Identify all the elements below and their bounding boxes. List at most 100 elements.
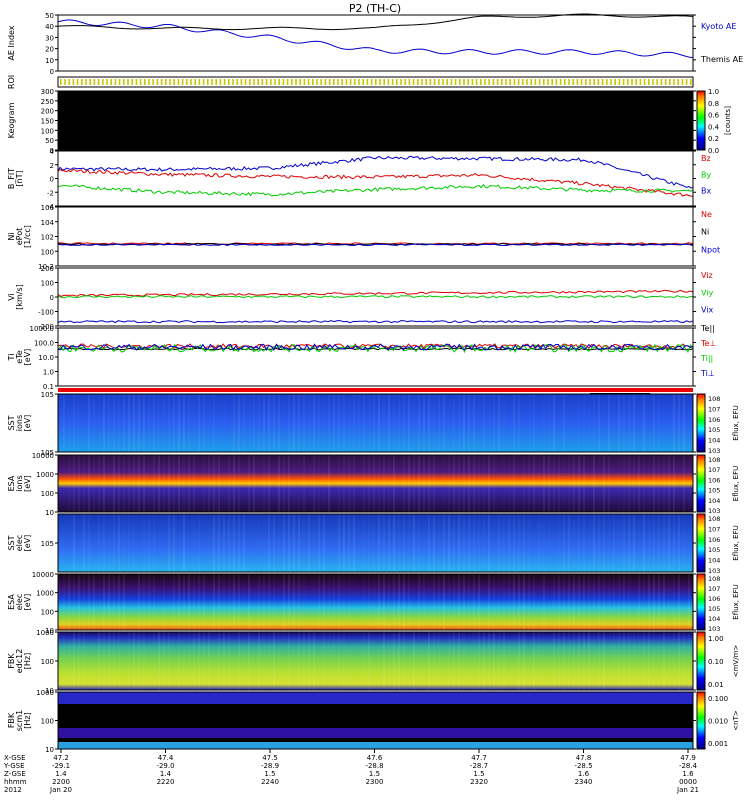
- esa_i-stripe: [378, 455, 380, 512]
- xaxis-tick-label: 1.5: [369, 770, 380, 778]
- roi-tick: [517, 79, 520, 85]
- esa_i-stripe: [533, 455, 535, 512]
- fbk_e-stripe: [208, 632, 210, 690]
- sst_e-stripe: [308, 514, 310, 572]
- roi-tick: [492, 79, 495, 85]
- sst_i-stripe: [598, 394, 600, 452]
- sst_e-stripe: [493, 514, 495, 572]
- keogram-ytick-label: 150: [41, 118, 54, 126]
- roi-tick: [181, 79, 184, 85]
- fbk_b-cbar-unit: <nT>: [732, 710, 740, 731]
- roi-tick: [97, 79, 100, 85]
- esa_e-stripe: [183, 574, 185, 630]
- esa_i-stripe: [563, 455, 565, 512]
- fbk_e-stripe: [343, 632, 345, 690]
- fbk_e-stripe: [588, 632, 590, 690]
- sst_e-stripe: [263, 514, 265, 572]
- sst_e-stripe: [188, 514, 190, 572]
- fbk_e-stripe: [203, 632, 205, 690]
- velocity-ytick-label: 100: [41, 280, 54, 288]
- esa_i-stripe: [673, 455, 675, 512]
- esa_i-stripe: [663, 455, 665, 512]
- fbk_e-stripe: [463, 632, 465, 690]
- sst_e-cbar-label: 106: [708, 536, 720, 544]
- sst_i-stripe: [493, 394, 495, 452]
- keogram-ylabel: Keogram: [7, 102, 16, 138]
- esa_i-stripe: [288, 455, 290, 512]
- roi-tick: [442, 79, 444, 85]
- esa_e-stripe: [493, 574, 495, 630]
- roi-tick: [228, 79, 230, 85]
- sst_i-stripe: [358, 394, 360, 452]
- fbk_e-stripe: [523, 632, 525, 690]
- sst_e-stripe: [198, 514, 200, 572]
- fbk_e-stripe: [278, 632, 280, 690]
- fbk_b-top-band: [58, 692, 693, 704]
- esa_e-stripe: [363, 574, 365, 630]
- esa_i-stripe: [148, 455, 150, 512]
- roi-tick: [127, 79, 129, 85]
- fbk_e-stripe: [623, 632, 625, 690]
- sst_i-stripe: [508, 394, 510, 452]
- sst_i-stripe: [133, 394, 135, 452]
- sst_e-stripe: [553, 514, 555, 572]
- roi-tick: [408, 79, 411, 85]
- sst_e-stripe: [128, 514, 130, 572]
- xaxis-tick-label: 1.6: [578, 770, 590, 778]
- sst_e-stripe: [218, 514, 220, 572]
- roi-tick: [102, 79, 104, 85]
- sst_e-stripe: [548, 514, 550, 572]
- sst_i-stripe: [468, 394, 470, 452]
- keogram-cbar-label: 0.8: [708, 100, 719, 108]
- fbk_e-stripe: [663, 632, 665, 690]
- density-legend-0: Ne: [701, 210, 712, 219]
- esa_e-stripe: [498, 574, 500, 630]
- sst_i-stripe: [328, 394, 330, 452]
- sst_e-stripe: [68, 514, 70, 572]
- esa_i-stripe: [203, 455, 205, 512]
- roi-tick: [215, 79, 217, 85]
- esa_i-stripe: [338, 455, 340, 512]
- fbk_e-stripe: [423, 632, 425, 690]
- esa_i-stripe: [658, 455, 660, 512]
- fbk_e-stripe: [678, 632, 680, 690]
- fbk_e-stripe: [268, 632, 270, 690]
- sst_i-stripe: [143, 394, 145, 452]
- fbk_e-stripe: [113, 632, 115, 690]
- esa_e-cbar-label: 103: [708, 625, 720, 633]
- esa_i-stripe: [668, 455, 670, 512]
- roi-tick: [618, 79, 621, 85]
- sst_e-stripe: [668, 514, 670, 572]
- esa_e-stripe: [453, 574, 455, 630]
- esa_i-stripe: [128, 455, 130, 512]
- esa_i-stripe: [433, 455, 435, 512]
- sst_e-stripe: [388, 514, 390, 572]
- sst_e-stripe: [603, 514, 605, 572]
- roi-tick: [664, 79, 667, 85]
- roi-tick: [207, 79, 209, 85]
- esa_i-stripe: [478, 455, 480, 512]
- roi-tick: [690, 79, 692, 85]
- xaxis-tick-label: 47.9: [680, 754, 696, 762]
- ae-legend-themis: Themis AE: [700, 55, 743, 64]
- esa_i-stripe: [403, 455, 405, 512]
- sst_i-stripe: [448, 394, 450, 452]
- esa_i-stripe: [138, 455, 140, 512]
- roi-tick: [106, 79, 108, 85]
- roi-tick: [89, 79, 91, 85]
- esa_e-stripe: [143, 574, 145, 630]
- sst_i-stripe: [283, 394, 285, 452]
- fbk_e-stripe: [78, 632, 80, 690]
- sst_i-stripe: [548, 394, 550, 452]
- xaxis-tick-label: 2300: [366, 778, 384, 786]
- sst_e-stripe: [398, 514, 400, 572]
- esa_i-stripe: [363, 455, 365, 512]
- fbk_e-stripe: [393, 632, 395, 690]
- sst_i-cbar-unit: Eflux, EFU: [732, 405, 740, 440]
- esa_i-stripe: [468, 455, 470, 512]
- temp-ytick-label: 1.0: [43, 369, 54, 377]
- esa_e-stripe: [73, 574, 75, 630]
- fbk_b-cbar-label: 0.001: [708, 740, 728, 748]
- sst_e-stripe: [373, 514, 375, 572]
- esa_i-stripe: [603, 455, 605, 512]
